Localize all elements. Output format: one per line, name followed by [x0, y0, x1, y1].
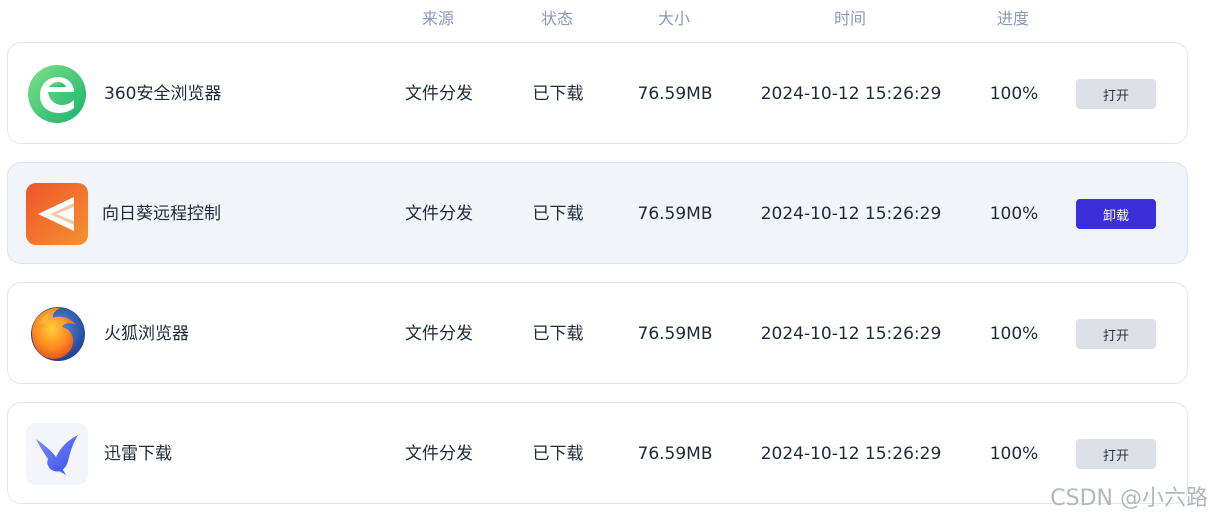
time-cell: 2024-10-12 15:26:29 [760, 444, 942, 464]
progress-cell: 100% [989, 84, 1039, 104]
size-cell: 76.59MB [637, 444, 713, 464]
table-row: 火狐浏览器 文件分发 已下载 76.59MB 2024-10-12 15:26:… [7, 282, 1188, 384]
status-cell: 已下载 [532, 84, 584, 104]
header-progress: 进度 [996, 9, 1029, 28]
size-cell: 76.59MB [637, 204, 713, 224]
table-row: 迅雷下载 文件分发 已下载 76.59MB 2024-10-12 15:26:2… [7, 402, 1188, 504]
status-cell: 已下载 [532, 324, 584, 344]
app-name: 向日葵远程控制 [102, 204, 221, 224]
download-list-page: 来源 状态 大小 时间 进度 360安全浏览器 文件分发 已下载 76.59MB [0, 0, 1214, 517]
source-cell: 文件分发 [405, 84, 473, 104]
progress-cell: 100% [989, 324, 1039, 344]
open-button[interactable]: 打开 [1076, 439, 1156, 469]
source-cell: 文件分发 [405, 204, 473, 224]
source-cell: 文件分发 [405, 444, 473, 464]
table-row: 向日葵远程控制 文件分发 已下载 76.59MB 2024-10-12 15:2… [7, 162, 1188, 264]
app-name: 360安全浏览器 [104, 84, 222, 104]
uninstall-button[interactable]: 卸载 [1076, 199, 1156, 229]
header-size: 大小 [657, 9, 690, 28]
header-source: 来源 [421, 9, 454, 28]
time-cell: 2024-10-12 15:26:29 [760, 204, 942, 224]
firefox-icon [26, 303, 88, 365]
app-name: 迅雷下载 [104, 444, 172, 464]
table-header: 来源 状态 大小 时间 进度 [0, 0, 1214, 40]
watermark: CSDN @小六路 [1050, 486, 1208, 511]
status-cell: 已下载 [532, 204, 584, 224]
progress-cell: 100% [989, 444, 1039, 464]
app-name: 火狐浏览器 [104, 324, 189, 344]
open-button[interactable]: 打开 [1076, 319, 1156, 349]
time-cell: 2024-10-12 15:26:29 [760, 324, 942, 344]
time-cell: 2024-10-12 15:26:29 [760, 84, 942, 104]
size-cell: 76.59MB [637, 84, 713, 104]
header-status: 状态 [540, 9, 573, 28]
source-cell: 文件分发 [405, 324, 473, 344]
size-cell: 76.59MB [637, 324, 713, 344]
xunlei-icon [26, 423, 88, 485]
open-button[interactable]: 打开 [1076, 79, 1156, 109]
360-browser-icon [26, 63, 88, 125]
status-cell: 已下载 [532, 444, 584, 464]
header-time: 时间 [833, 9, 866, 28]
progress-cell: 100% [989, 204, 1039, 224]
sunlogin-icon [26, 183, 88, 245]
table-row: 360安全浏览器 文件分发 已下载 76.59MB 2024-10-12 15:… [7, 42, 1188, 144]
